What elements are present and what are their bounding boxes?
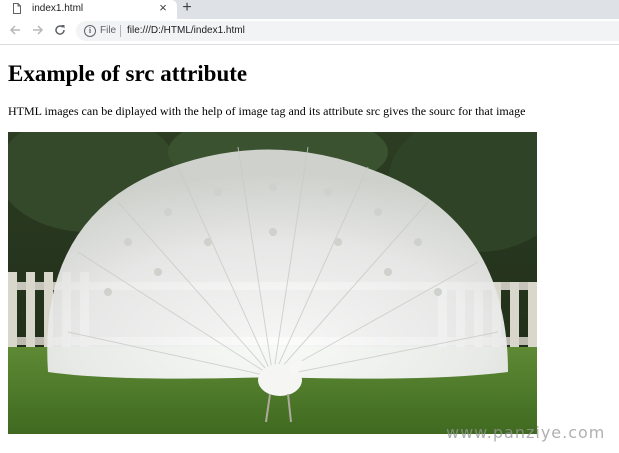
address-separator xyxy=(120,25,121,37)
tab-title: index1.html xyxy=(32,3,84,14)
address-bar[interactable]: i File file:///D:/HTML/index1.html xyxy=(76,21,619,41)
arrow-left-icon xyxy=(9,25,20,35)
page-title: Example of src attribute xyxy=(8,61,248,86)
browser-toolbar: i File file:///D:/HTML/index1.html xyxy=(0,19,619,45)
reload-icon xyxy=(55,25,65,35)
page-paragraph: HTML images can be diplayed with the hel… xyxy=(8,104,526,118)
url-scheme-label: File xyxy=(100,25,117,36)
url-text[interactable]: file:///D:/HTML/index1.html xyxy=(127,25,245,37)
close-tab-icon[interactable]: × xyxy=(157,1,169,14)
browser-tab[interactable]: index1.html × xyxy=(0,0,177,19)
forward-button[interactable] xyxy=(31,24,45,38)
tab-strip: index1.html × + xyxy=(0,0,619,19)
arrow-right-icon xyxy=(33,25,44,35)
info-icon[interactable]: i xyxy=(84,25,96,37)
watermark-text: www.panziye.com xyxy=(446,423,606,442)
reload-button[interactable] xyxy=(53,24,67,38)
white-peacock-photo xyxy=(8,132,537,434)
back-button[interactable] xyxy=(8,24,22,38)
document-icon xyxy=(13,3,21,14)
new-tab-button[interactable]: + xyxy=(180,0,194,16)
